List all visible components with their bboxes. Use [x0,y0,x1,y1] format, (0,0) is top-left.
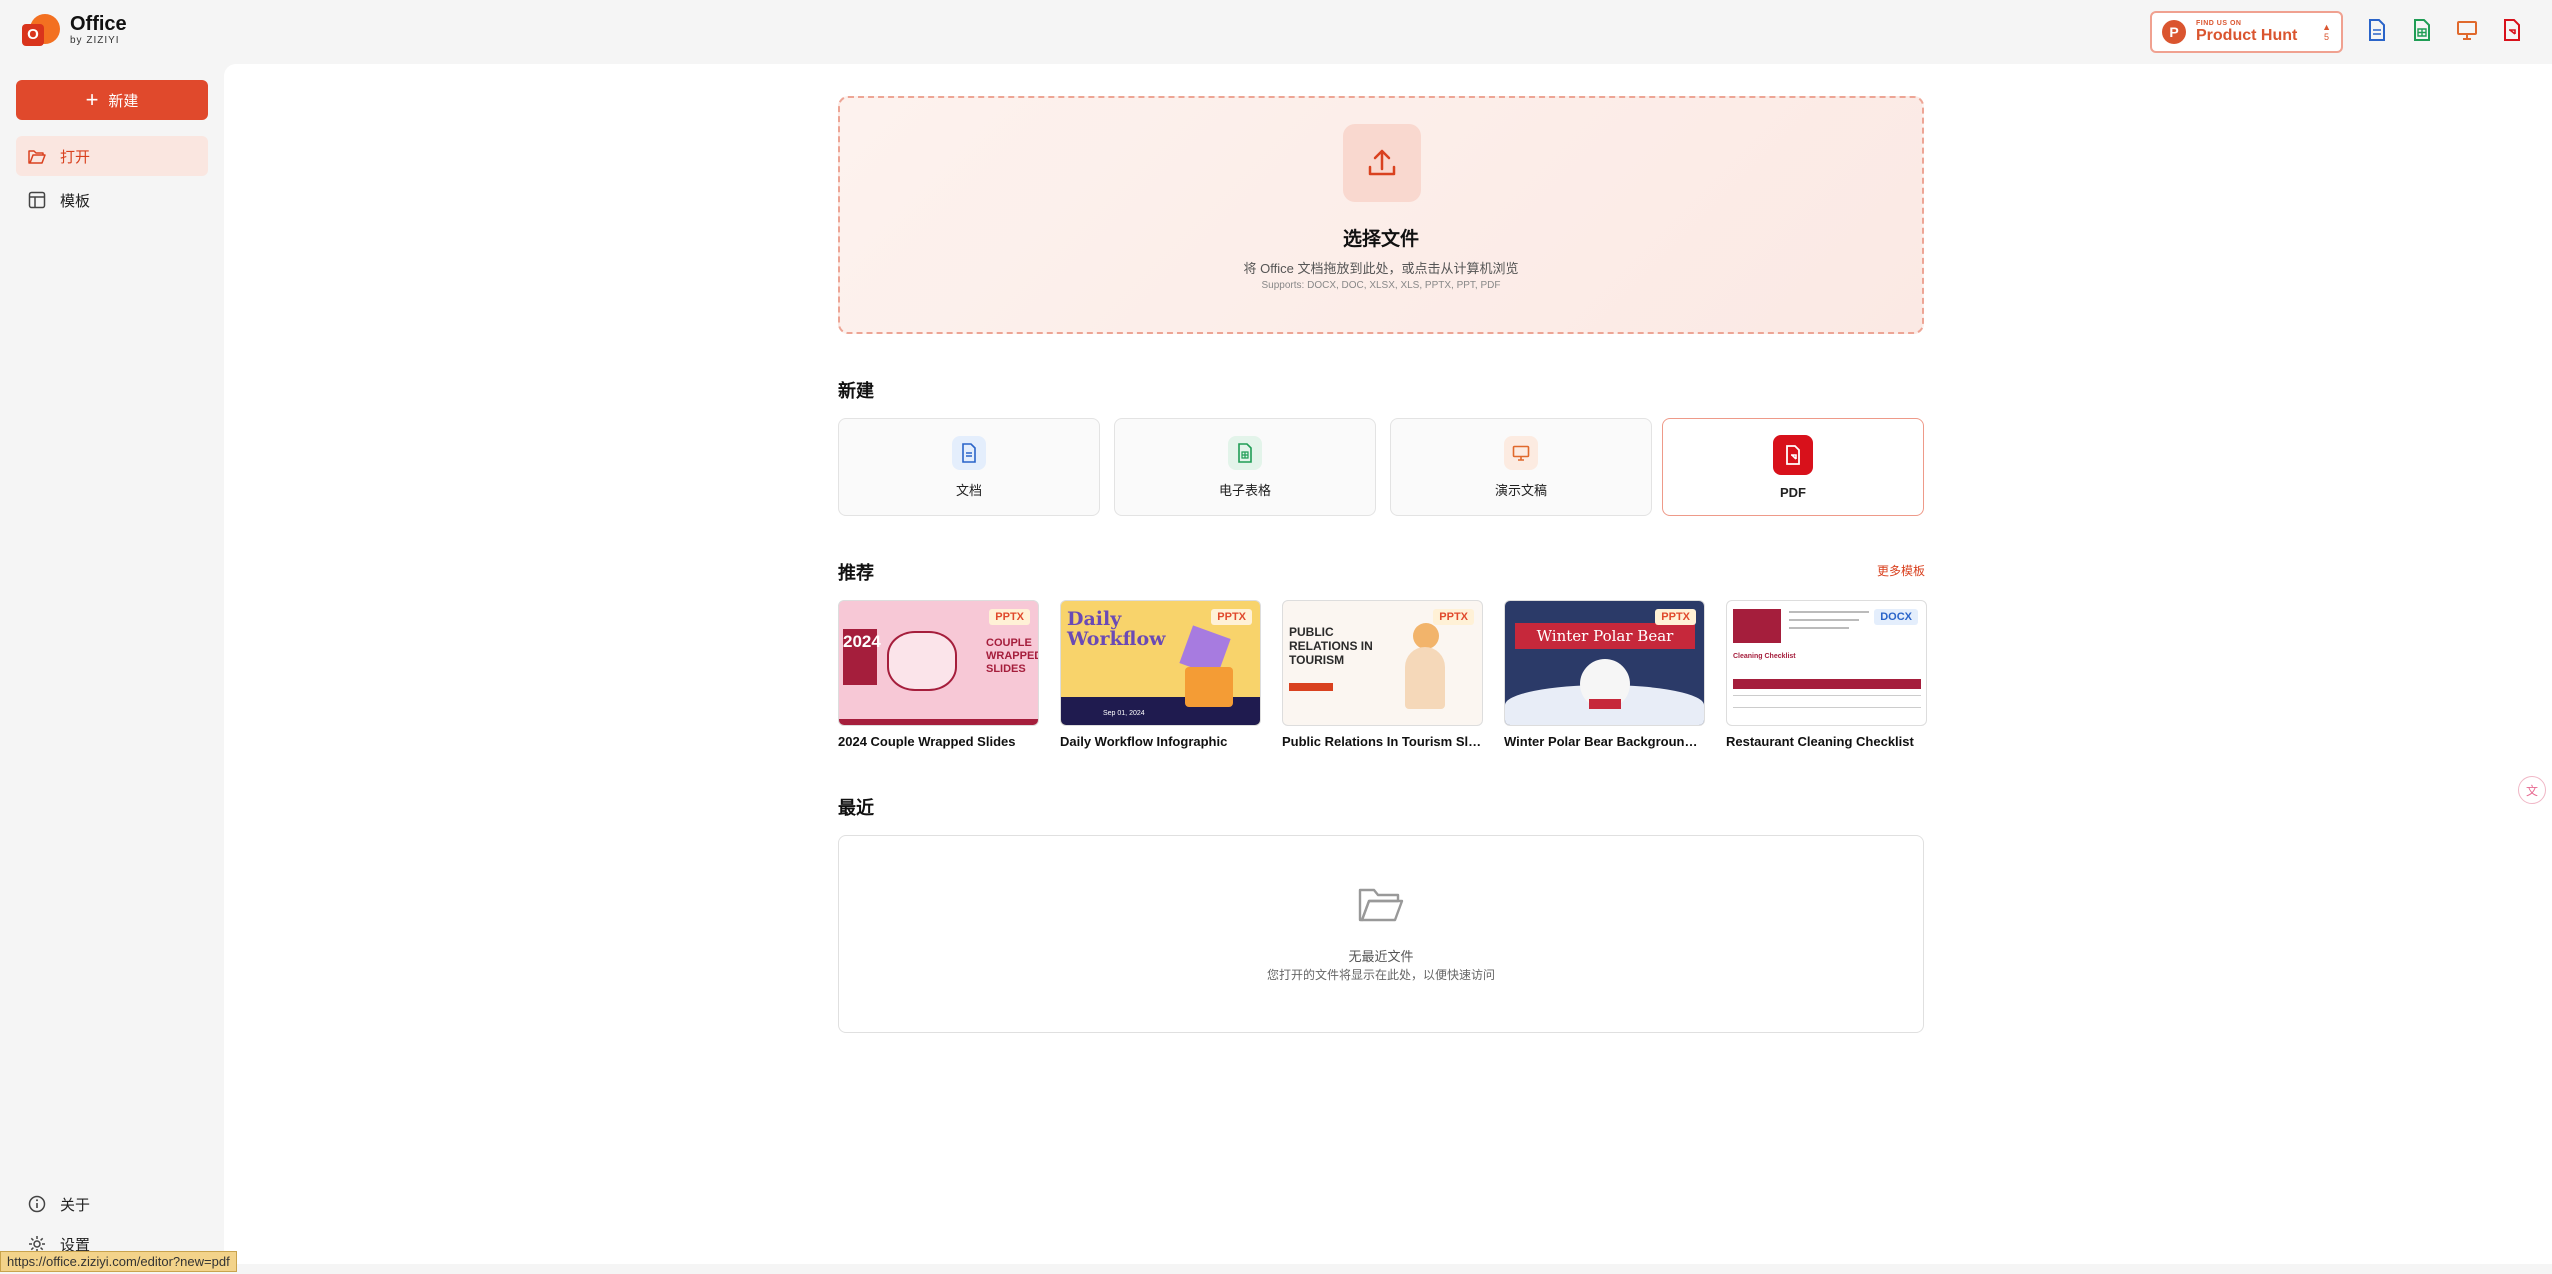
main-content: 选择文件 将 Office 文档拖放到此处，或点击从计算机浏览 Supports… [224,64,2552,1264]
sidebar-item-label: 模板 [60,192,91,210]
app-logo[interactable]: O Office by ZIZIYI [22,14,127,48]
new-spreadsheet-card[interactable]: 电子表格 [1114,418,1376,516]
presentation-icon [1504,435,1538,470]
folder-open-icon [28,150,46,164]
sidebar-item-open[interactable]: 打开 [16,136,208,176]
template-thumbnail: Daily Workflow Sep 01, 2024 PPTX [1060,600,1261,726]
file-type-badge: PPTX [1433,609,1474,625]
product-hunt-badge[interactable]: P FIND US ON Product Hunt ▲ 5 [2150,11,2343,53]
dropzone-supported-formats: Supports: DOCX, DOC, XLSX, XLS, PPTX, PP… [1261,280,1501,291]
info-icon [28,1195,46,1213]
new-section-title: 新建 [838,381,874,401]
template-name: Restaurant Cleaning Checklist [1726,734,1914,749]
ph-small-text: FIND US ON [2196,19,2242,27]
sidebar-item-templates[interactable]: 模板 [16,180,208,220]
new-pdf-card[interactable]: PDF [1662,418,1924,516]
product-hunt-icon: P [2162,20,2186,44]
office-logo-icon: O [22,14,60,48]
pdf-icon [1773,434,1813,475]
template-card[interactable]: 2024 COUPLE WRAPPED SLIDES PPTX 2024 Cou… [838,600,1039,749]
translate-icon: 文 [2525,783,2538,798]
template-name: Public Relations In Tourism Slides [1282,734,1483,749]
presentation-icon[interactable] [2456,18,2478,42]
spreadsheet-icon[interactable] [2411,18,2433,42]
dropzone-subtitle: 将 Office 文档拖放到此处，或点击从计算机浏览 [1243,261,1519,276]
sidebar-item-label: 打开 [60,148,91,166]
new-button[interactable]: + 新建 [16,80,208,120]
card-label: 演示文稿 [1494,482,1547,498]
template-thumbnail: 2024 COUPLE WRAPPED SLIDES PPTX [838,600,1039,726]
new-presentation-card[interactable]: 演示文稿 [1390,418,1652,516]
pdf-icon[interactable] [2501,18,2523,42]
template-card[interactable]: Winter Polar Bear PPTX Winter Polar Bear… [1504,600,1705,749]
quick-create-icons [2366,18,2523,42]
template-thumbnail: PUBLIC RELATIONS IN TOURISM PPTX [1282,600,1483,726]
file-type-badge: DOCX [1874,609,1918,625]
template-card[interactable]: Daily Workflow Sep 01, 2024 PPTX Daily W… [1060,600,1261,749]
upload-icon [1343,124,1421,202]
sidebar-item-label: 关于 [60,1196,91,1214]
folder-icon [1357,884,1405,929]
file-type-badge: PPTX [1655,609,1696,625]
card-label: 文档 [955,482,982,498]
recent-section-title: 最近 [838,798,874,818]
card-label: 电子表格 [1218,482,1271,498]
sidebar: + 新建 打开 模板 关于 设置 [0,64,224,1274]
app-title: Office [70,13,127,35]
template-name: Daily Workflow Infographic [1060,734,1228,749]
ph-big-text: Product Hunt [2196,26,2298,44]
recent-empty-subtitle: 您打开的文件将显示在此处，以便快速访问 [1266,968,1495,982]
recent-files-empty-state: 无最近文件 您打开的文件将显示在此处，以便快速访问 [838,835,1924,1033]
template-thumbnail: Cleaning Checklist DOCX [1726,600,1927,726]
document-icon[interactable] [2366,18,2388,42]
template-name: Winter Polar Bear Background Slides [1504,734,1705,749]
file-type-badge: PPTX [1211,609,1252,625]
template-card[interactable]: Cleaning Checklist DOCX Restaurant Clean… [1726,600,1927,749]
template-thumbnail: Winter Polar Bear PPTX [1504,600,1705,726]
spreadsheet-icon [1228,435,1262,470]
card-label: PDF [1780,484,1806,500]
translate-float-button[interactable]: 文 [2518,776,2546,804]
plus-icon: + [85,87,99,112]
template-icon [28,191,46,209]
document-icon [952,435,986,470]
file-type-badge: PPTX [989,609,1030,625]
upvote-arrow-icon: ▲ [2322,22,2331,32]
recent-empty-title: 无最近文件 [1348,949,1414,964]
app-subtitle: by ZIZIYI [70,35,120,46]
template-name: 2024 Couple Wrapped Slides [838,734,1016,749]
sidebar-item-about[interactable]: 关于 [16,1184,208,1224]
link-status-bar: https://office.ziziyi.com/editor?new=pdf [0,1251,237,1272]
dropzone-title: 选择文件 [1342,229,1419,250]
recommend-section-title: 推荐 [838,563,874,583]
new-document-card[interactable]: 文档 [838,418,1100,516]
more-templates-link[interactable]: 更多模板 [1877,562,1925,579]
top-bar: O Office by ZIZIYI P FIND US ON Product … [0,0,2552,64]
template-card[interactable]: PUBLIC RELATIONS IN TOURISM PPTX Public … [1282,600,1483,749]
file-dropzone[interactable]: 选择文件 将 Office 文档拖放到此处，或点击从计算机浏览 Supports… [838,96,1924,334]
ph-vote-count: ▲ 5 [2322,22,2331,42]
